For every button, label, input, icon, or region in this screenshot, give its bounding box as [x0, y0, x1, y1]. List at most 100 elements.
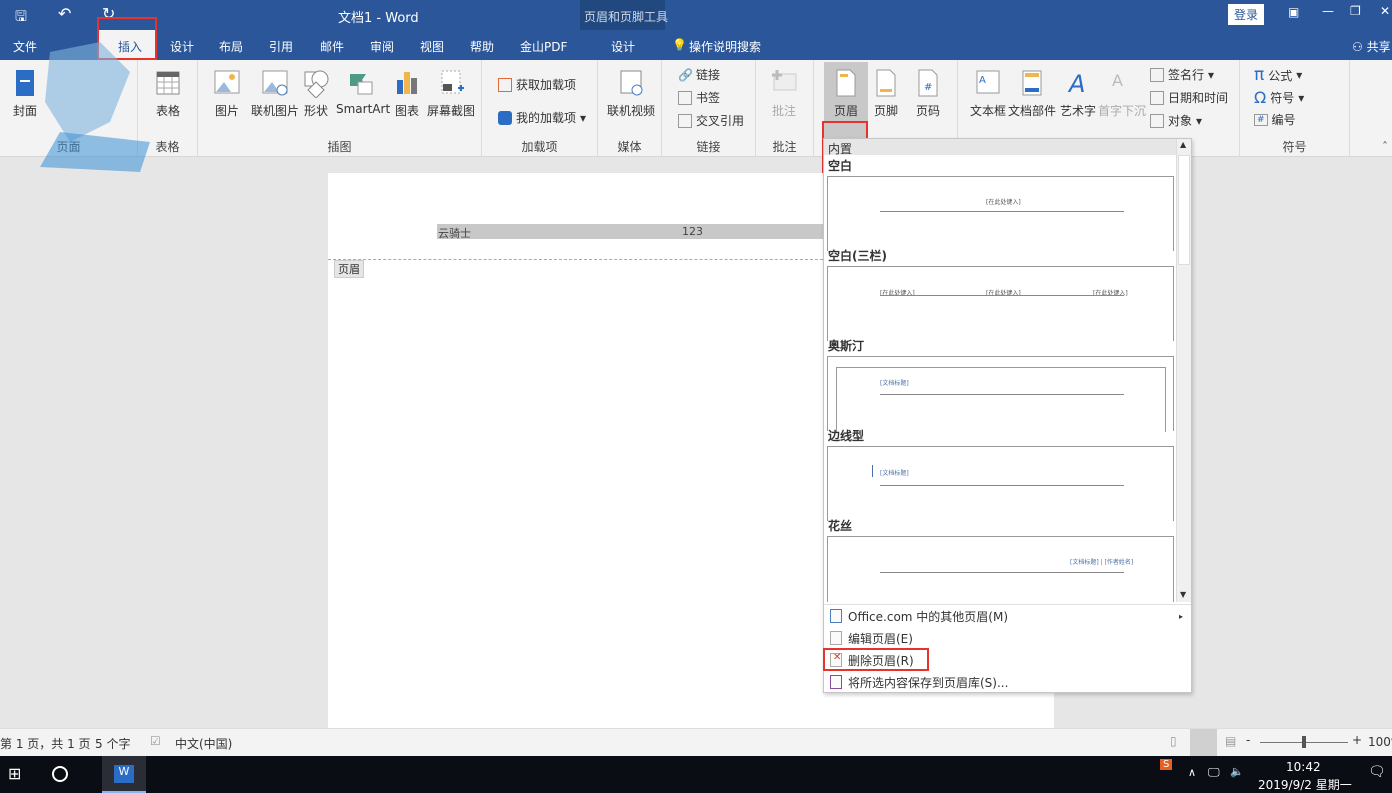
login-button[interactable]: 登录 — [1228, 4, 1265, 25]
zoom-level[interactable]: 100% — [1368, 735, 1392, 749]
placeholder: [文档标题] — [880, 380, 909, 387]
my-addins-button[interactable]: 我的加载项 ▾ — [498, 109, 586, 126]
share-button[interactable]: ⚇ 共享 — [1352, 38, 1391, 55]
group-illustrations: 图片 联机图片 形状 SmartArt 图表 屏幕截图 插图 — [198, 60, 482, 157]
print-layout-button[interactable] — [1190, 729, 1217, 756]
tab-view[interactable]: 视图 — [420, 38, 444, 55]
close-button[interactable]: ✕ — [1380, 4, 1390, 18]
chart-label: 图表 — [394, 104, 419, 118]
textbox-button[interactable]: A 文本框 — [968, 68, 1008, 119]
online-picture-button[interactable]: 联机图片 — [250, 68, 300, 119]
header-button[interactable]: 页眉 — [826, 68, 866, 119]
scroll-down-icon[interactable]: ▼ — [1180, 590, 1186, 599]
group-media: 联机视频 媒体 — [598, 60, 662, 157]
page-count[interactable]: 第 1 页，共 1 页 — [0, 735, 91, 752]
my-addins-label: 我的加载项 — [516, 111, 577, 125]
wordart-button[interactable]: A 艺术字 — [1058, 68, 1098, 119]
tab-design[interactable]: 设计 — [170, 38, 194, 55]
drop-cap-button[interactable]: A 首字下沉 — [1098, 68, 1146, 119]
page-number-button[interactable]: # 页码 — [910, 68, 946, 119]
scroll-up-icon[interactable]: ▲ — [1180, 140, 1186, 149]
undo-icon[interactable]: ↶ — [58, 4, 71, 23]
menu-label: 编辑页眉(E) — [848, 631, 913, 646]
gallery-item-sideline[interactable]: [文档标题] — [827, 446, 1174, 521]
save-icon[interactable]: 🖫 — [15, 6, 27, 30]
picture-icon — [214, 70, 240, 94]
header-tag: 页眉 — [334, 260, 364, 278]
bookmark-button[interactable]: 书签 — [678, 89, 720, 106]
clock-time[interactable]: 10:42 — [1286, 760, 1321, 774]
clock-date[interactable]: 2019/9/2 星期一 — [1258, 776, 1352, 793]
windows-start-icon[interactable]: ⊞ — [8, 764, 21, 783]
network-icon[interactable]: 🖵 — [1208, 765, 1220, 780]
symbol-button[interactable]: Ω 符号 ▾ — [1254, 88, 1304, 107]
tab-hf-design[interactable]: 设计 — [611, 38, 635, 55]
equation-button[interactable]: π 公式 ▾ — [1254, 65, 1302, 85]
object-button[interactable]: 对象 ▾ — [1150, 112, 1202, 129]
zoom-out-button[interactable]: - — [1246, 733, 1250, 747]
tab-references[interactable]: 引用 — [269, 38, 293, 55]
header-label: 页眉 — [833, 104, 858, 118]
gallery-scrollbar[interactable]: ▲ ▼ — [1176, 139, 1191, 602]
proofing-icon[interactable]: ☑ — [150, 734, 161, 748]
number-button[interactable]: # 编号 — [1254, 111, 1296, 128]
screenshot-button[interactable]: 屏幕截图 — [426, 68, 476, 119]
tab-help[interactable]: 帮助 — [470, 38, 494, 55]
minimize-button[interactable]: — — [1322, 4, 1334, 18]
picture-button[interactable]: 图片 — [212, 68, 242, 119]
tab-kingsoft-pdf[interactable]: 金山PDF — [520, 38, 567, 55]
tray-expand-icon[interactable]: ∧ — [1188, 766, 1196, 779]
gallery-item-blank-three[interactable]: [在此处键入] [在此处键入] [在此处键入] — [827, 266, 1174, 341]
cross-reference-button[interactable]: 交叉引用 — [678, 112, 744, 129]
smartart-button[interactable]: SmartArt — [336, 68, 390, 116]
table-button[interactable]: 表格 — [150, 68, 186, 119]
number-icon: # — [1254, 113, 1268, 126]
highlight-remove-header — [823, 648, 929, 671]
gallery-item-blank[interactable]: [在此处键入] — [827, 176, 1174, 251]
read-mode-icon[interactable]: ▯ — [1170, 734, 1177, 748]
ribbon-display-icon[interactable]: ▣ — [1288, 5, 1299, 19]
tab-review[interactable]: 审阅 — [370, 38, 394, 55]
word-count[interactable]: 5 个字 — [95, 735, 130, 752]
header-right-text[interactable]: 123 — [682, 225, 703, 238]
chart-button[interactable]: 图表 — [392, 68, 422, 119]
notification-icon[interactable]: 🗨 — [1368, 764, 1386, 780]
tell-me-search[interactable]: 操作说明搜索 — [689, 38, 761, 55]
signature-line-button[interactable]: 签名行 ▾ — [1150, 66, 1214, 83]
screenshot-icon — [441, 70, 464, 94]
tab-layout[interactable]: 布局 — [219, 38, 243, 55]
word-taskbar-button[interactable]: W — [102, 756, 146, 793]
get-addins-button[interactable]: 获取加载项 — [498, 76, 576, 93]
online-video-button[interactable]: 联机视频 — [606, 68, 656, 119]
tab-mailings[interactable]: 邮件 — [320, 38, 344, 55]
scroll-thumb[interactable] — [1178, 155, 1190, 265]
web-layout-icon[interactable]: ▤ — [1225, 734, 1236, 748]
gallery-item-austin[interactable]: [文档标题] — [827, 356, 1174, 432]
volume-icon[interactable]: 🔈 — [1230, 765, 1244, 778]
shapes-button[interactable]: 形状 — [300, 68, 332, 119]
footer-icon — [876, 69, 896, 97]
zoom-in-button[interactable]: + — [1352, 733, 1362, 747]
title-bar: 🖫 ↶ ↻ 文档1 - Word 页眉和页脚工具 登录 ▣ — ❐ ✕ — [0, 0, 1392, 60]
search-circle-icon[interactable] — [52, 766, 68, 782]
gallery-item-filigree[interactable]: [文档标题] | [作者姓名] — [827, 536, 1174, 602]
menu-more-headers[interactable]: Office.com 中的其他页眉(M) ▸ — [824, 605, 1191, 627]
link-button[interactable]: 🔗 链接 — [678, 66, 720, 83]
collapse-ribbon-icon[interactable]: ˆ — [1382, 140, 1388, 154]
quick-parts-button[interactable]: 文档部件 — [1008, 68, 1056, 119]
wordart-label: 艺术字 — [1059, 104, 1096, 118]
group-pages: 封面 页面 — [0, 42, 150, 172]
menu-label: 将所选内容保存到页眉库(S)... — [848, 675, 1009, 690]
date-time-button[interactable]: 日期和时间 — [1150, 89, 1228, 106]
pi-icon: π — [1254, 65, 1265, 85]
zoom-slider-thumb[interactable] — [1302, 736, 1306, 748]
header-left-text[interactable]: 云骑士 — [438, 225, 471, 241]
sogou-ime-icon[interactable]: S — [1160, 759, 1173, 770]
group-label-illustrations: 插图 — [327, 140, 352, 154]
language[interactable]: 中文(中国) — [175, 735, 232, 752]
menu-edit-header[interactable]: 编辑页眉(E) — [824, 627, 1191, 649]
comment-button[interactable]: 批注 — [764, 68, 804, 119]
restore-button[interactable]: ❐ — [1350, 4, 1361, 18]
footer-button[interactable]: 页脚 — [868, 68, 904, 119]
menu-save-selection[interactable]: 将所选内容保存到页眉库(S)... — [824, 671, 1191, 693]
